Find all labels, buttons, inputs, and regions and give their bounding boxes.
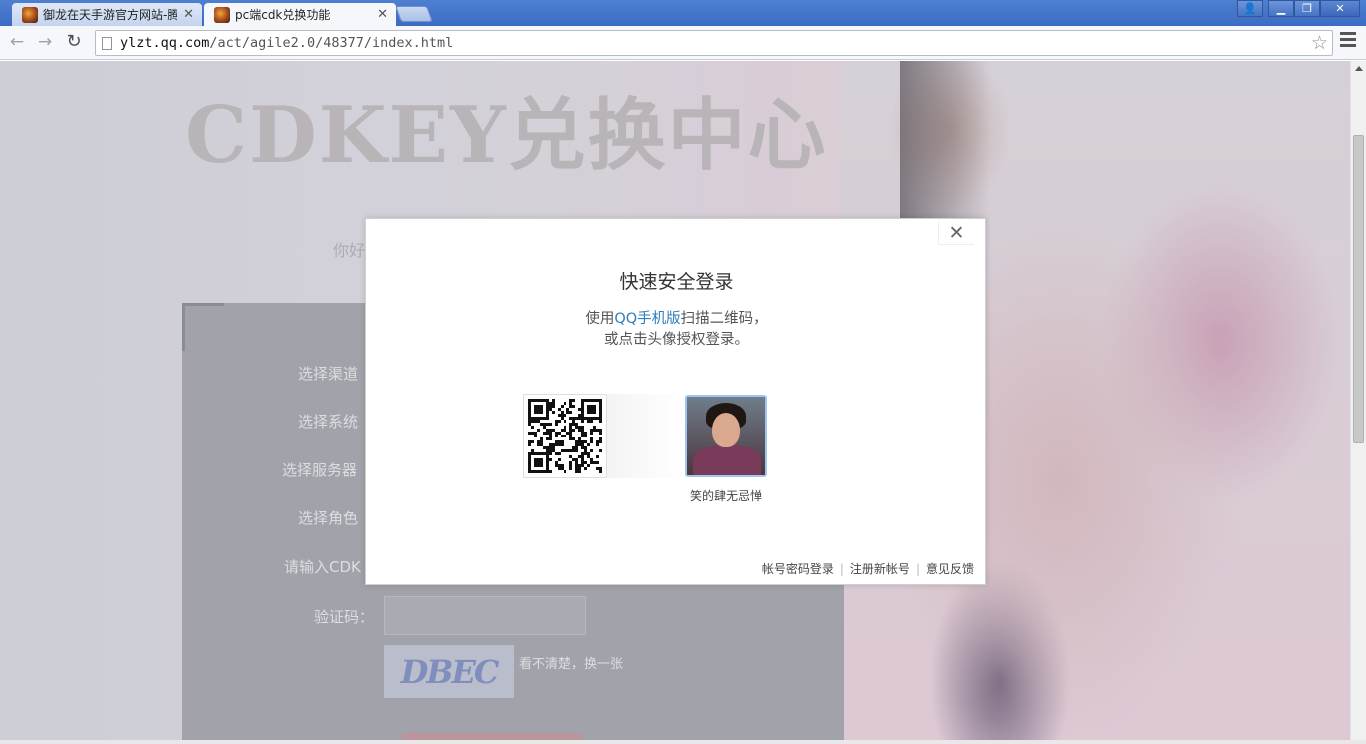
dialog-footer: 帐号密码登录 | 注册新帐号 | 意见反馈 [761, 562, 974, 576]
close-tab-icon[interactable]: ✕ [183, 7, 194, 22]
close-tab-icon[interactable]: ✕ [377, 7, 388, 22]
game-favicon-icon [214, 6, 230, 23]
password-login-link[interactable]: 帐号密码登录 [762, 562, 834, 576]
register-link[interactable]: 注册新帐号 [850, 562, 910, 576]
qr-code-pattern [528, 399, 602, 473]
minimize-button[interactable]: ▁ [1268, 0, 1294, 17]
dialog-title: 快速安全登录 [619, 271, 734, 293]
tab-cdk-exchange[interactable]: pc端cdk兑换功能 ✕ [204, 3, 396, 26]
qr-avatar-separator [607, 394, 685, 478]
user-profile-button[interactable]: 👤 [1237, 0, 1263, 17]
bookmark-star-icon[interactable]: ☆ [1311, 32, 1328, 54]
page-icon [102, 37, 112, 50]
dialog-description: 使用QQ手机版扫描二维码， 或点击头像授权登录。 [585, 311, 768, 348]
window-bottom-edge [0, 740, 1366, 744]
browser-toolbar: ← → ↻ ylzt.qq.com/act/agile2.0/48377/ind… [0, 26, 1366, 60]
close-window-button[interactable]: ✕ [1320, 0, 1360, 17]
scroll-thumb[interactable] [1353, 135, 1364, 443]
back-button[interactable]: ← [6, 31, 28, 53]
qr-code [523, 394, 607, 478]
url-text: ylzt.qq.com/act/agile2.0/48377/index.htm… [120, 35, 454, 51]
game-favicon-icon [22, 6, 38, 23]
restore-button[interactable]: ❐ [1294, 0, 1320, 17]
page-viewport: CDKEY兑换中心 你好 选择渠道 选择系统 选择服务器 选择角色 请输入CDK… [0, 61, 1350, 740]
scroll-up-arrow-icon[interactable] [1355, 66, 1363, 71]
tab-ylzt-home[interactable]: 御龙在天手游官方网站-腾 ✕ [12, 3, 202, 26]
chrome-menu-icon[interactable] [1340, 32, 1356, 50]
close-icon[interactable]: ✕ [938, 221, 974, 245]
address-bar[interactable]: ylzt.qq.com/act/agile2.0/48377/index.htm… [95, 30, 1333, 56]
qq-login-dialog: ✕ 快速安全登录 使用QQ手机版扫描二维码， 或点击头像授权登录。 笑的肆无忌惮… [365, 218, 986, 585]
forward-button[interactable]: → [34, 31, 56, 53]
qq-mobile-link[interactable]: QQ手机版 [614, 311, 680, 327]
avatar-nickname[interactable]: 笑的肆无忌惮 [666, 487, 786, 504]
tab-bar: 御龙在天手游官方网站-腾 ✕ pc端cdk兑换功能 ✕ 👤 ▁ ❐ ✕ [0, 0, 1366, 26]
page-scrollbar[interactable] [1350, 61, 1366, 740]
new-tab-button[interactable] [395, 6, 433, 22]
feedback-link[interactable]: 意见反馈 [926, 562, 974, 576]
reload-button[interactable]: ↻ [63, 31, 85, 53]
tab-title: pc端cdk兑换功能 [235, 8, 331, 22]
avatar[interactable] [685, 395, 767, 477]
tab-title: 御龙在天手游官方网站-腾 [43, 8, 178, 22]
